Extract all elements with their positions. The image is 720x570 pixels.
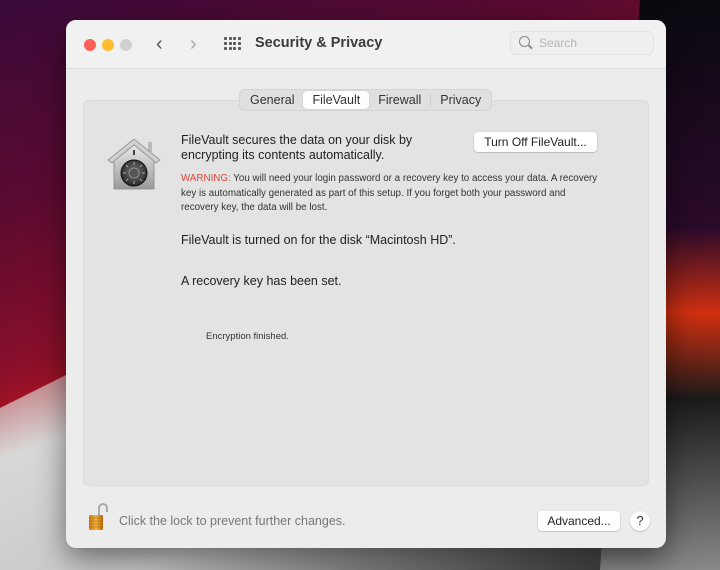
close-button[interactable]	[84, 39, 96, 51]
preferences-window: ‹ › Security & Privacy General FileVault…	[66, 20, 666, 548]
turn-off-filevault-button[interactable]: Turn Off FileVault...	[474, 132, 597, 152]
disk-status-text: FileVault is turned on for the disk “Mac…	[181, 233, 456, 247]
help-button[interactable]: ?	[630, 511, 650, 531]
warning-text: You will need your login password or a r…	[181, 173, 598, 213]
warning-label: WARNING:	[181, 173, 231, 184]
title-bar: ‹ › Security & Privacy	[66, 20, 666, 69]
search-field[interactable]	[510, 31, 654, 55]
filevault-house-icon	[107, 138, 161, 190]
tab-firewall[interactable]: Firewall	[369, 91, 430, 109]
search-input[interactable]	[537, 35, 651, 51]
search-icon	[519, 36, 530, 47]
zoom-button	[120, 39, 132, 51]
unlocked-padlock-icon[interactable]	[88, 502, 108, 532]
lock-instruction-text: Click the lock to prevent further change…	[119, 514, 346, 528]
window-title: Security & Privacy	[255, 35, 383, 51]
tab-filevault[interactable]: FileVault	[303, 91, 370, 109]
tab-general[interactable]: General	[241, 91, 303, 109]
warning-message: WARNING: You will need your login passwo…	[181, 172, 601, 216]
recovery-key-status-text: A recovery key has been set.	[181, 274, 342, 288]
tab-privacy[interactable]: Privacy	[431, 91, 490, 109]
filevault-description: FileVault secures the data on your disk …	[181, 133, 413, 162]
show-all-grid-icon[interactable]	[224, 37, 241, 51]
minimize-button[interactable]	[102, 39, 114, 51]
forward-button[interactable]: ›	[190, 32, 197, 56]
back-button[interactable]: ‹	[156, 32, 163, 56]
encryption-status-text: Encryption finished.	[206, 331, 289, 342]
tab-bar: General FileVault Firewall Privacy	[239, 89, 493, 111]
advanced-button[interactable]: Advanced...	[538, 511, 620, 531]
